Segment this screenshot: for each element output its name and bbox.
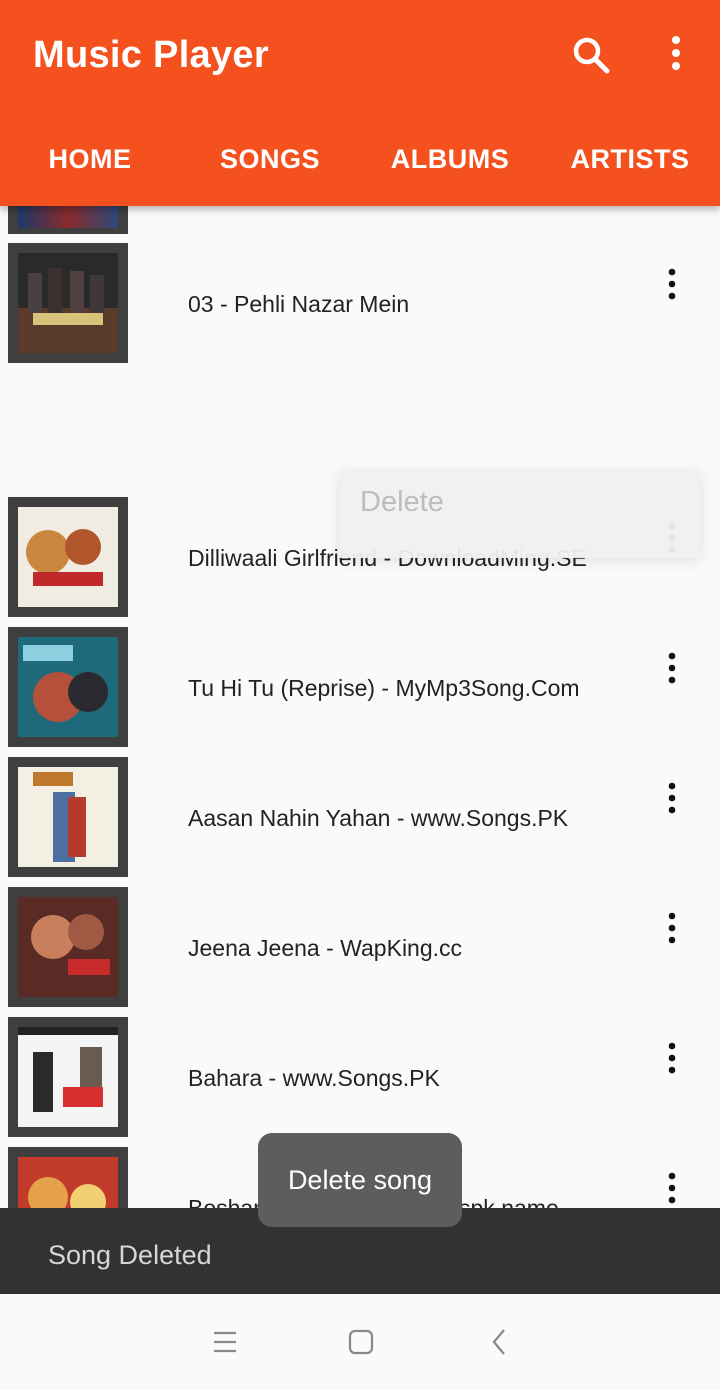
album-art (8, 1017, 128, 1137)
song-menu-icon[interactable] (660, 651, 684, 685)
app-bar: Music Player (0, 0, 720, 110)
delete-menu-item[interactable]: Delete (360, 486, 444, 519)
song-menu-icon[interactable] (660, 781, 684, 815)
more-vert-icon[interactable] (660, 34, 692, 74)
album-art (8, 627, 128, 747)
album-art (8, 243, 128, 363)
song-menu-icon[interactable] (660, 911, 684, 945)
song-title: Jeena Jeena - WapKing.cc (188, 935, 463, 961)
partial-album-art (8, 206, 128, 234)
song-row[interactable]: Jeena Jeena - WapKing.cc (0, 887, 720, 1017)
song-row[interactable]: Bahara - www.Songs.PK (0, 1017, 720, 1147)
song-list[interactable]: 03 - Pehli Nazar Mein Dilliwaali Girlfri… (0, 206, 720, 1208)
song-title: 03 - Pehli Nazar Mein (188, 291, 410, 317)
album-art (8, 1147, 128, 1208)
back-icon[interactable] (488, 1328, 510, 1356)
tab-home[interactable]: HOME (0, 144, 180, 175)
home-icon[interactable] (348, 1329, 374, 1355)
song-row[interactable]: Aasan Nahin Yahan - www.Songs.PK (0, 757, 720, 887)
song-menu-icon[interactable] (660, 267, 684, 301)
song-menu-icon[interactable] (660, 1041, 684, 1075)
system-nav-bar (0, 1294, 720, 1390)
song-title: Aasan Nahin Yahan - www.Songs.PK (188, 805, 569, 831)
recents-icon[interactable] (212, 1330, 238, 1354)
song-row[interactable]: 03 - Pehli Nazar Mein (0, 243, 720, 373)
song-title: Tu Hi Tu (Reprise) - MyMp3Song.Com (188, 675, 580, 701)
tab-artists[interactable]: ARTISTS (540, 144, 720, 175)
album-art (8, 757, 128, 877)
tooltip: Delete song (258, 1133, 462, 1227)
tab-bar: HOME SONGS ALBUMS ARTISTS (0, 110, 720, 206)
song-title: Bahara - www.Songs.PK (188, 1065, 440, 1091)
context-menu: Delete (340, 472, 700, 558)
search-icon[interactable] (570, 34, 614, 78)
album-art (8, 497, 128, 617)
tooltip-text: Delete song (287, 1165, 433, 1195)
tab-songs[interactable]: SONGS (180, 144, 360, 175)
snackbar-text: Song Deleted (48, 1240, 212, 1270)
album-art (8, 887, 128, 1007)
song-row[interactable]: Tu Hi Tu (Reprise) - MyMp3Song.Com (0, 627, 720, 757)
tab-albums[interactable]: ALBUMS (360, 144, 540, 175)
app-title: Music Player (33, 34, 269, 76)
song-menu-icon[interactable] (660, 1171, 684, 1205)
